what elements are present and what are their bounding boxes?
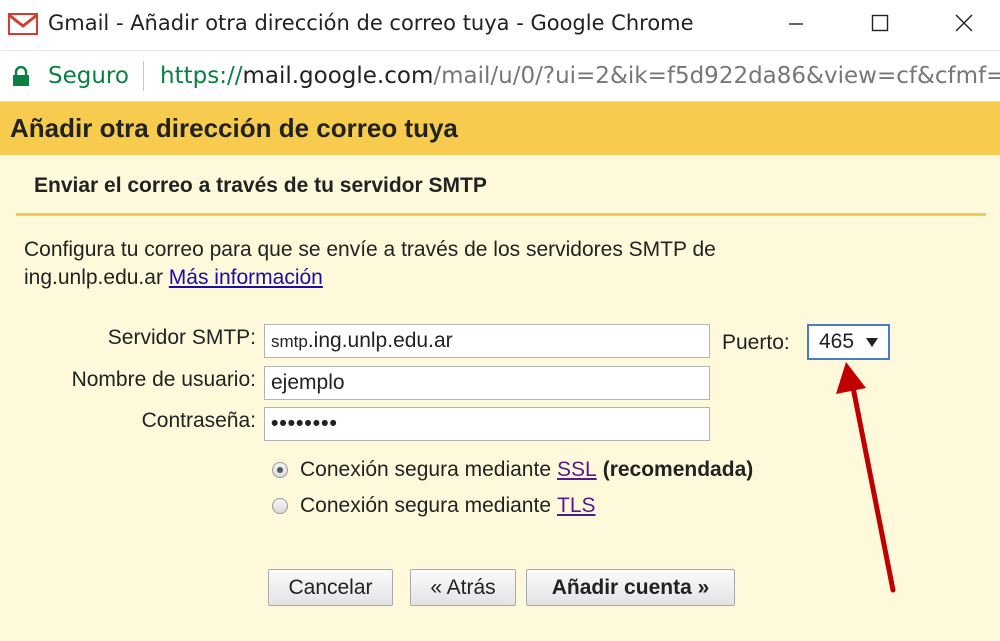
password-label: Contraseña: — [141, 409, 256, 432]
back-button[interactable]: « Atrás — [410, 569, 516, 606]
dropdown-triangle-icon — [866, 338, 878, 347]
ssl-link[interactable]: SSL — [557, 458, 597, 482]
url-text[interactable]: https://mail.google.com/mail/u/0/?ui=2&i… — [160, 63, 1000, 89]
smtp-server-label: Servidor SMTP: — [107, 326, 256, 349]
smtp-value-rest: .ing.unlp.edu.ar — [307, 329, 453, 352]
add-account-button[interactable]: Añadir cuenta » — [526, 569, 735, 606]
lock-icon — [13, 66, 29, 86]
more-info-link[interactable]: Más información — [169, 266, 323, 289]
dialog-content: Añadir otra dirección de correo tuya Env… — [0, 102, 1000, 641]
url-host: mail.google.com — [242, 63, 434, 89]
gmail-icon — [8, 13, 38, 35]
radio-tls[interactable] — [272, 498, 288, 514]
section-title: Enviar el correo a través de tu servidor… — [34, 174, 487, 197]
username-label: Nombre de usuario: — [71, 368, 256, 391]
radio-ssl-text: Conexión segura mediante — [300, 458, 551, 481]
minimize-icon — [789, 23, 803, 25]
window-title: Gmail - Añadir otra dirección de correo … — [48, 11, 694, 35]
minimize-button[interactable] — [764, 0, 828, 46]
radio-tls-row[interactable]: Conexión segura mediante TLS — [272, 494, 596, 518]
maximize-button[interactable] — [848, 0, 912, 46]
port-label: Puerto: — [722, 331, 790, 354]
window-titlebar: Gmail - Añadir otra dirección de correo … — [0, 0, 1000, 51]
maximize-icon — [871, 14, 889, 32]
cancel-button[interactable]: Cancelar — [268, 569, 393, 606]
page-title: Añadir otra dirección de correo tuya — [10, 113, 458, 143]
section-divider — [16, 213, 986, 216]
smtp-value-prefix: smtp — [271, 332, 308, 351]
username-input[interactable]: ejemplo — [264, 366, 710, 400]
port-select[interactable]: 465 — [807, 324, 890, 360]
description-text: Configura tu correo para que se envíe a … — [24, 238, 716, 289]
ssl-recommended-note: (recomendada) — [602, 458, 754, 481]
smtp-server-input[interactable]: smtp.ing.unlp.edu.ar — [264, 324, 710, 358]
close-button[interactable] — [932, 0, 996, 46]
address-separator — [143, 61, 144, 91]
radio-ssl-row[interactable]: Conexión segura mediante SSL (recomendad… — [272, 458, 753, 482]
url-path: /mail/u/0/?ui=2&ik=f5d922da86&view=cf&cf… — [433, 63, 1000, 89]
tls-link[interactable]: TLS — [557, 494, 596, 518]
radio-ssl[interactable] — [272, 462, 288, 478]
radio-tls-text: Conexión segura mediante — [300, 494, 551, 517]
password-input[interactable]: •••••••• — [264, 407, 710, 441]
secure-label[interactable]: Seguro — [48, 63, 129, 89]
close-icon — [955, 14, 973, 32]
port-value: 465 — [819, 330, 855, 353]
url-scheme: https:// — [160, 63, 243, 89]
dialog-header: Añadir otra dirección de correo tuya — [0, 102, 1000, 155]
address-bar[interactable]: Seguro https://mail.google.com/mail/u/0/… — [0, 51, 1000, 102]
description: Configura tu correo para que se envíe a … — [24, 236, 844, 292]
